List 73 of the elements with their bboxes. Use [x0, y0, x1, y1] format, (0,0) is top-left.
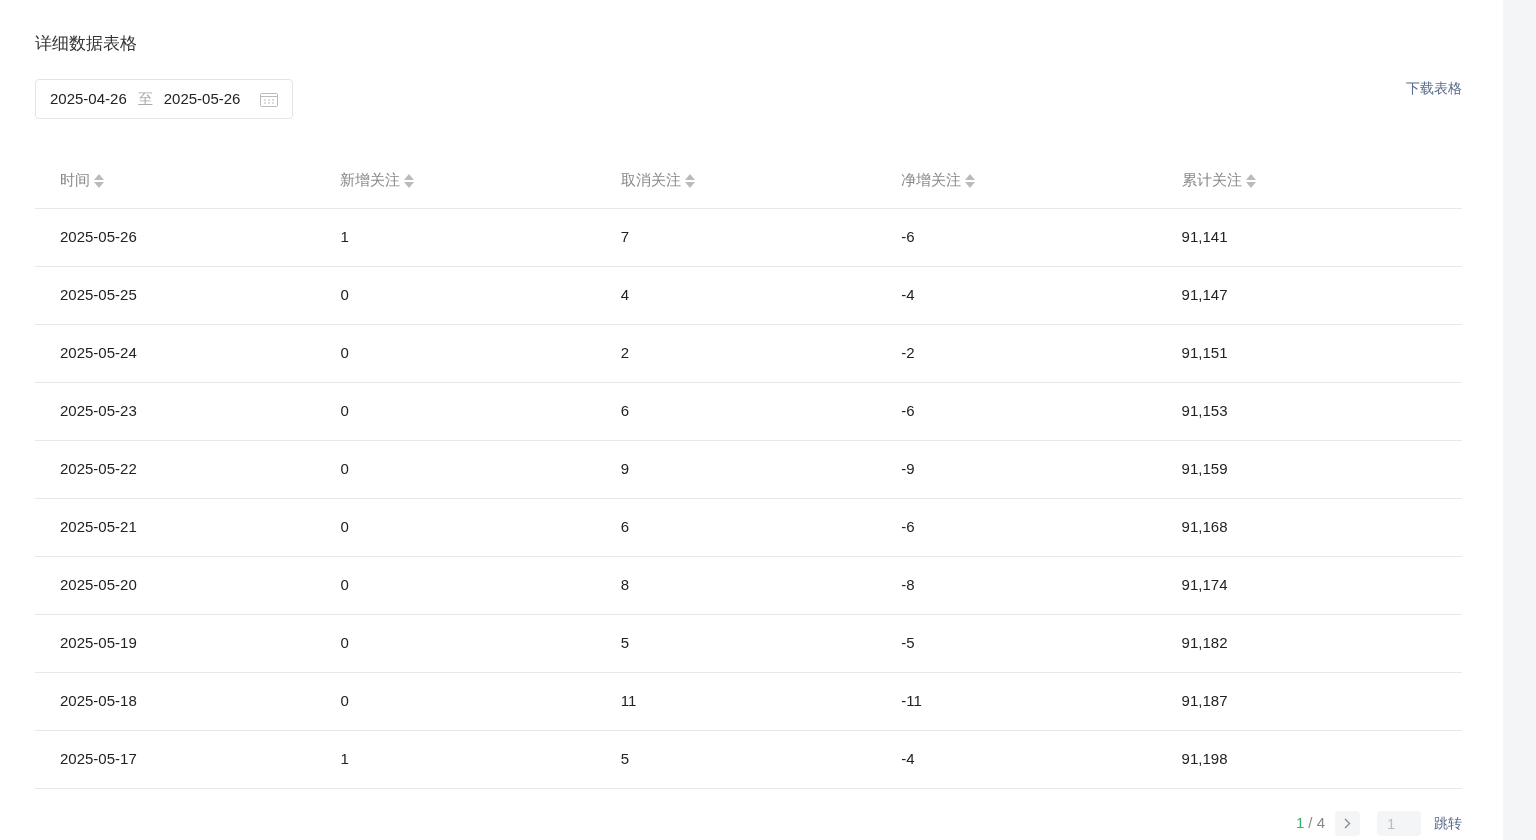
table-cell-text: 5: [620, 633, 630, 654]
table-cell-text: 2025-05-20: [60, 575, 137, 596]
table-cell-text: 91,147: [1181, 285, 1228, 306]
table-cell-text: 91,141: [1181, 227, 1228, 248]
table-cell-text: 0: [340, 691, 349, 712]
table-cell-text: 11: [620, 691, 637, 712]
table-cell-text: -6: [901, 227, 915, 248]
table-cell-text: 0: [340, 343, 349, 364]
start-date: 2025-04-26: [50, 88, 127, 109]
table-cell-text: 91,159: [1181, 459, 1228, 480]
table-cell-text: 5: [620, 749, 630, 770]
column-header[interactable]: 累计关注: [1181, 169, 1256, 192]
table-cell-text: -4: [901, 749, 915, 770]
table-cell-text: 2025-05-24: [60, 343, 137, 364]
sort-icon: [404, 172, 415, 189]
table-cell-text: 2025-05-25: [60, 285, 137, 306]
table-cell-text: 0: [340, 459, 349, 480]
table-cell-text: -11: [901, 691, 922, 712]
table-cell-text: 2025-05-21: [60, 517, 137, 538]
table-cell-text: 6: [620, 517, 630, 538]
table-cell-text: -6: [901, 401, 915, 422]
table-cell-text: 0: [340, 633, 349, 654]
table-cell-text: -5: [901, 633, 915, 654]
end-date: 2025-05-26: [163, 88, 241, 109]
sort-icon: [965, 172, 976, 189]
table-cell-text: 91,182: [1181, 633, 1228, 654]
table-cell-text: 91,198: [1181, 749, 1228, 770]
table-cell-text: 2025-05-19: [60, 633, 137, 654]
table-cell-text: 2025-05-23: [60, 401, 137, 422]
sort-icon: [1245, 172, 1256, 189]
table-cell-text: 91,153: [1181, 401, 1228, 422]
next-page-button[interactable]: [1335, 811, 1360, 836]
date-range-picker[interactable]: 2025-04-26 至 2025-05-26: [35, 79, 293, 119]
table-cell-text: -2: [901, 343, 915, 364]
total-pages: / 4: [1308, 813, 1325, 834]
table-cell-text: 91,168: [1181, 517, 1228, 538]
table-cell-text: -9: [901, 459, 915, 480]
column-header[interactable]: 时间: [60, 169, 104, 192]
table-cell-text: 0: [340, 401, 349, 422]
table-cell-text: 2: [620, 343, 630, 364]
sort-icon: [684, 172, 695, 189]
table-cell-text: -4: [901, 285, 915, 306]
jump-button[interactable]: 跳转: [1434, 813, 1462, 834]
page-input[interactable]: 1: [1377, 811, 1421, 836]
table-cell-text: 91,187: [1181, 691, 1228, 712]
table-cell-text: 1: [340, 227, 349, 248]
section-title: 详细数据表格: [35, 33, 137, 55]
chevron-right-icon: [1344, 818, 1351, 829]
table-cell-text: 2025-05-18: [60, 691, 137, 712]
current-page: 1: [1295, 813, 1305, 834]
table-cell-text: 9: [620, 459, 630, 480]
table-cell-text: 8: [620, 575, 630, 596]
table-cell-text: 0: [340, 517, 349, 538]
table-cell-text: 2025-05-22: [60, 459, 137, 480]
table-cell-text: 6: [620, 401, 630, 422]
table-cell-text: 0: [340, 575, 349, 596]
column-header[interactable]: 取消关注: [620, 169, 695, 192]
table-cell-text: 2025-05-26: [60, 227, 137, 248]
column-header[interactable]: 净增关注: [901, 169, 976, 192]
column-header[interactable]: 新增关注: [340, 169, 415, 192]
table-cell-text: 91,174: [1181, 575, 1228, 596]
table-cell-text: 2025-05-17: [60, 749, 137, 770]
table-cell-text: 4: [620, 285, 630, 306]
table-cell-text: 1: [340, 749, 349, 770]
table-cell-text: 0: [340, 285, 349, 306]
calendar-icon: [260, 91, 278, 107]
table-cell-text: 91,151: [1181, 343, 1228, 364]
range-separator: 至: [137, 88, 153, 109]
download-table-link[interactable]: 下载表格: [1406, 78, 1462, 99]
table-cell-text: -8: [901, 575, 915, 596]
table-cell-text: -6: [901, 517, 915, 538]
sort-icon: [94, 172, 104, 189]
table-cell-text: 7: [620, 227, 630, 248]
